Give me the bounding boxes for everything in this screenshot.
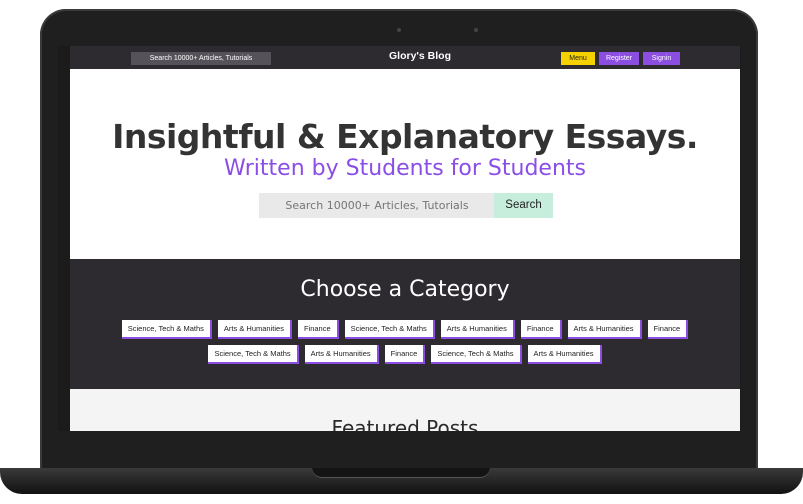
featured-section: Featured Posts (70, 389, 740, 431)
top-navbar: Search 10000+ Articles, Tutorials Glory'… (70, 46, 740, 69)
category-row-2: Science, Tech & Maths Arts & Humanities … (70, 345, 740, 364)
laptop-hinge-notch (312, 468, 490, 478)
category-chip[interactable]: Science, Tech & Maths (344, 320, 435, 339)
category-chip[interactable]: Science, Tech & Maths (431, 345, 522, 364)
hero-search-button[interactable]: Search (494, 193, 553, 218)
category-row-1: Science, Tech & Maths Arts & Humanities … (70, 320, 740, 339)
category-chip[interactable]: Arts & Humanities (527, 345, 602, 364)
site-brand[interactable]: Glory's Blog (370, 50, 470, 62)
category-chip[interactable]: Arts & Humanities (567, 320, 642, 339)
hero-subtitle: Written by Students for Students (224, 156, 586, 181)
category-chip[interactable]: Arts & Humanities (304, 345, 379, 364)
hero-title: Insightful & Explanatory Essays. (112, 117, 698, 156)
hero-section: Insightful & Explanatory Essays. Written… (70, 69, 740, 259)
menu-button[interactable]: Menu (561, 52, 595, 65)
category-chip[interactable]: Finance (297, 320, 339, 339)
category-chip[interactable]: Finance (520, 320, 562, 339)
camera-icon (397, 28, 401, 32)
laptop-screen: Search 10000+ Articles, Tutorials Glory'… (58, 46, 741, 431)
register-button[interactable]: Register (599, 52, 639, 65)
blog-page: Search 10000+ Articles, Tutorials Glory'… (70, 46, 740, 431)
category-chip[interactable]: Science, Tech & Maths (208, 345, 299, 364)
category-section: Choose a Category Science, Tech & Maths … (70, 259, 740, 389)
category-chip[interactable]: Finance (384, 345, 426, 364)
category-chip[interactable]: Arts & Humanities (217, 320, 292, 339)
signin-button[interactable]: Signin (643, 52, 680, 65)
hero-search-input[interactable] (259, 193, 495, 218)
featured-heading: Featured Posts (331, 416, 479, 431)
navbar-search-input[interactable]: Search 10000+ Articles, Tutorials (131, 52, 271, 65)
category-chip[interactable]: Science, Tech & Maths (121, 320, 212, 339)
category-chip[interactable]: Arts & Humanities (440, 320, 515, 339)
category-heading: Choose a Category (300, 277, 510, 302)
sensor-icon (474, 28, 478, 32)
category-chip[interactable]: Finance (647, 320, 689, 339)
